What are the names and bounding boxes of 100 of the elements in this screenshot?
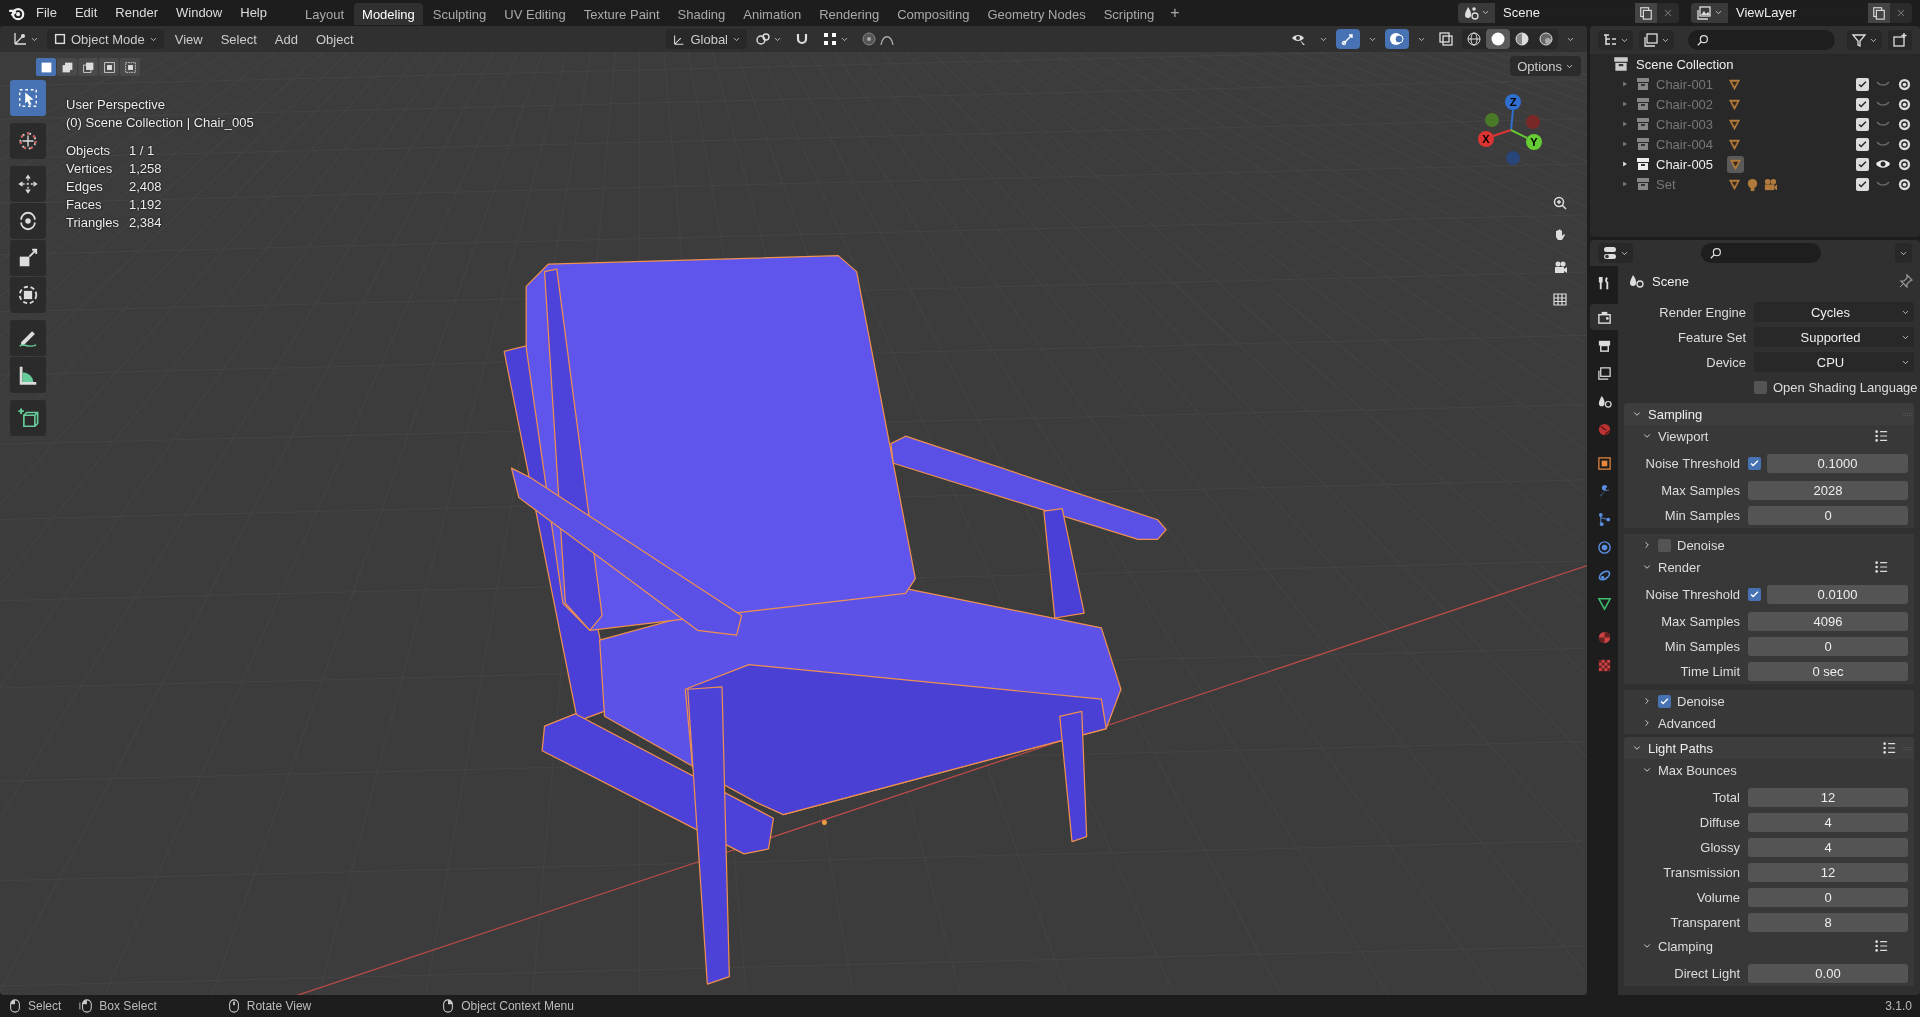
render-camera-icon[interactable]: [1897, 116, 1912, 132]
tool-button[interactable]: [10, 240, 46, 276]
workspace-tab[interactable]: Scripting: [1095, 3, 1163, 25]
render-camera-icon[interactable]: [1897, 136, 1912, 152]
panel-header[interactable]: Light Paths: [1624, 737, 1914, 759]
workspace-tab[interactable]: Compositing: [889, 3, 978, 25]
exclude-checkbox[interactable]: [1856, 77, 1869, 91]
number-field[interactable]: 0.00: [1748, 963, 1908, 983]
workspace-tab[interactable]: Shading: [669, 3, 734, 25]
workspace-tab[interactable]: Modeling: [354, 3, 423, 25]
tool-button[interactable]: [10, 123, 46, 159]
tool-button[interactable]: [10, 320, 46, 356]
checkbox[interactable]: [1754, 380, 1767, 394]
exclude-checkbox[interactable]: [1856, 117, 1869, 131]
add-workspace-button[interactable]: +: [1164, 3, 1186, 22]
tool-button[interactable]: [10, 277, 46, 313]
collection-name[interactable]: Chair-005: [1656, 156, 1722, 172]
workspace-tab[interactable]: Layout: [297, 3, 353, 25]
select-mode-button[interactable]: [57, 58, 77, 76]
chevron-down-icon[interactable]: [1642, 562, 1652, 572]
dropdown[interactable]: CPU: [1754, 352, 1914, 372]
subpanel-header[interactable]: Viewport: [1624, 425, 1914, 447]
object-chip[interactable]: [1745, 176, 1760, 192]
number-field[interactable]: 0: [1748, 505, 1908, 525]
select-mode-button[interactable]: [120, 58, 140, 76]
panel-header[interactable]: Sampling: [1624, 403, 1914, 425]
editor-type-button[interactable]: [1598, 30, 1633, 50]
workspace-tab[interactable]: Animation: [735, 3, 810, 25]
checkbox[interactable]: [1748, 456, 1761, 470]
chevron-down-icon[interactable]: [1632, 409, 1642, 419]
copy-button[interactable]: [1635, 2, 1657, 23]
select-mode-button[interactable]: [78, 58, 98, 76]
search-field[interactable]: [1688, 30, 1835, 50]
workspace-tab[interactable]: UV Editing: [496, 3, 574, 25]
selector-button[interactable]: [1691, 2, 1728, 23]
chevron-down-icon[interactable]: [1642, 941, 1652, 951]
subpanel-header[interactable]: Denoise: [1624, 534, 1914, 556]
render-camera-icon[interactable]: [1897, 156, 1912, 172]
axis-handle[interactable]: Z: [1505, 94, 1521, 131]
workspace-tab[interactable]: Rendering: [811, 3, 888, 25]
viewport-toggle[interactable]: [1385, 29, 1409, 49]
shading-button[interactable]: [1486, 29, 1510, 49]
render-camera-icon[interactable]: [1897, 76, 1912, 92]
menu-item[interactable]: Select: [213, 29, 264, 49]
menu-item[interactable]: Help: [232, 2, 275, 23]
viewport-toggle[interactable]: [1336, 29, 1360, 49]
render-camera-icon[interactable]: [1897, 96, 1912, 112]
number-field[interactable]: 0.1000: [1767, 453, 1908, 473]
tool-button[interactable]: [10, 80, 46, 116]
subpanel-header[interactable]: Max Bounces: [1624, 759, 1914, 781]
checkbox-label[interactable]: Open Shading Language: [1773, 379, 1918, 395]
number-field[interactable]: 2028: [1748, 480, 1908, 500]
select-mode-button[interactable]: [36, 58, 56, 76]
chevron-right-icon[interactable]: [1642, 696, 1652, 706]
selector-button[interactable]: [1458, 2, 1495, 23]
list-icon[interactable]: [1874, 429, 1888, 443]
exclude-checkbox[interactable]: [1856, 157, 1869, 171]
menu-item[interactable]: Render: [107, 2, 166, 23]
object-chip[interactable]: [1727, 155, 1744, 173]
view-layer-field[interactable]: ViewLayer: [1728, 2, 1868, 23]
exclude-checkbox[interactable]: [1856, 177, 1869, 191]
axis-handle[interactable]: Y: [1510, 129, 1542, 150]
menu-item[interactable]: Object: [308, 29, 361, 49]
checkbox[interactable]: [1658, 694, 1671, 708]
tool-button[interactable]: [10, 203, 46, 239]
number-field[interactable]: 0: [1748, 636, 1908, 656]
options-dropdown[interactable]: Options: [1510, 56, 1581, 76]
orientation-dropdown[interactable]: Global: [666, 29, 747, 49]
number-field[interactable]: 12: [1748, 862, 1908, 882]
number-field[interactable]: 4096: [1748, 611, 1908, 631]
list-icon[interactable]: [1874, 560, 1888, 574]
display-mode-button[interactable]: [1639, 30, 1674, 50]
exclude-checkbox[interactable]: [1856, 97, 1869, 111]
tool-button[interactable]: [10, 357, 46, 393]
number-field[interactable]: 0: [1748, 887, 1908, 907]
filter-button[interactable]: [1847, 30, 1882, 50]
workspace-tab[interactable]: Geometry Nodes: [979, 3, 1094, 25]
number-field[interactable]: 4: [1748, 837, 1908, 857]
select-mode-button[interactable]: [99, 58, 119, 76]
number-field[interactable]: 8: [1748, 912, 1908, 932]
list-icon[interactable]: [1874, 939, 1888, 953]
checkbox[interactable]: [1748, 587, 1761, 601]
workspace-tab[interactable]: Sculpting: [424, 3, 495, 25]
number-field[interactable]: 0 sec: [1748, 661, 1908, 681]
subpanel-header[interactable]: Advanced: [1624, 712, 1914, 734]
number-field[interactable]: 12: [1748, 787, 1908, 807]
collection-name[interactable]: Scene Collection: [1636, 56, 1734, 72]
exclude-checkbox[interactable]: [1856, 137, 1869, 151]
properties-tab[interactable]: [1590, 304, 1618, 330]
search-field[interactable]: [1701, 243, 1821, 263]
pin-icon[interactable]: [1898, 273, 1914, 289]
tool-button[interactable]: [10, 400, 46, 436]
axis-handle[interactable]: X: [1478, 129, 1512, 147]
chevron-down-icon[interactable]: [1642, 765, 1652, 775]
workspace-tab[interactable]: Texture Paint: [575, 3, 668, 25]
subpanel-header[interactable]: Denoise: [1624, 690, 1914, 712]
menu-item[interactable]: Add: [267, 29, 305, 49]
copy-button[interactable]: [1868, 2, 1890, 23]
menu-item[interactable]: Window: [168, 2, 231, 23]
menu-item[interactable]: View: [167, 29, 210, 49]
